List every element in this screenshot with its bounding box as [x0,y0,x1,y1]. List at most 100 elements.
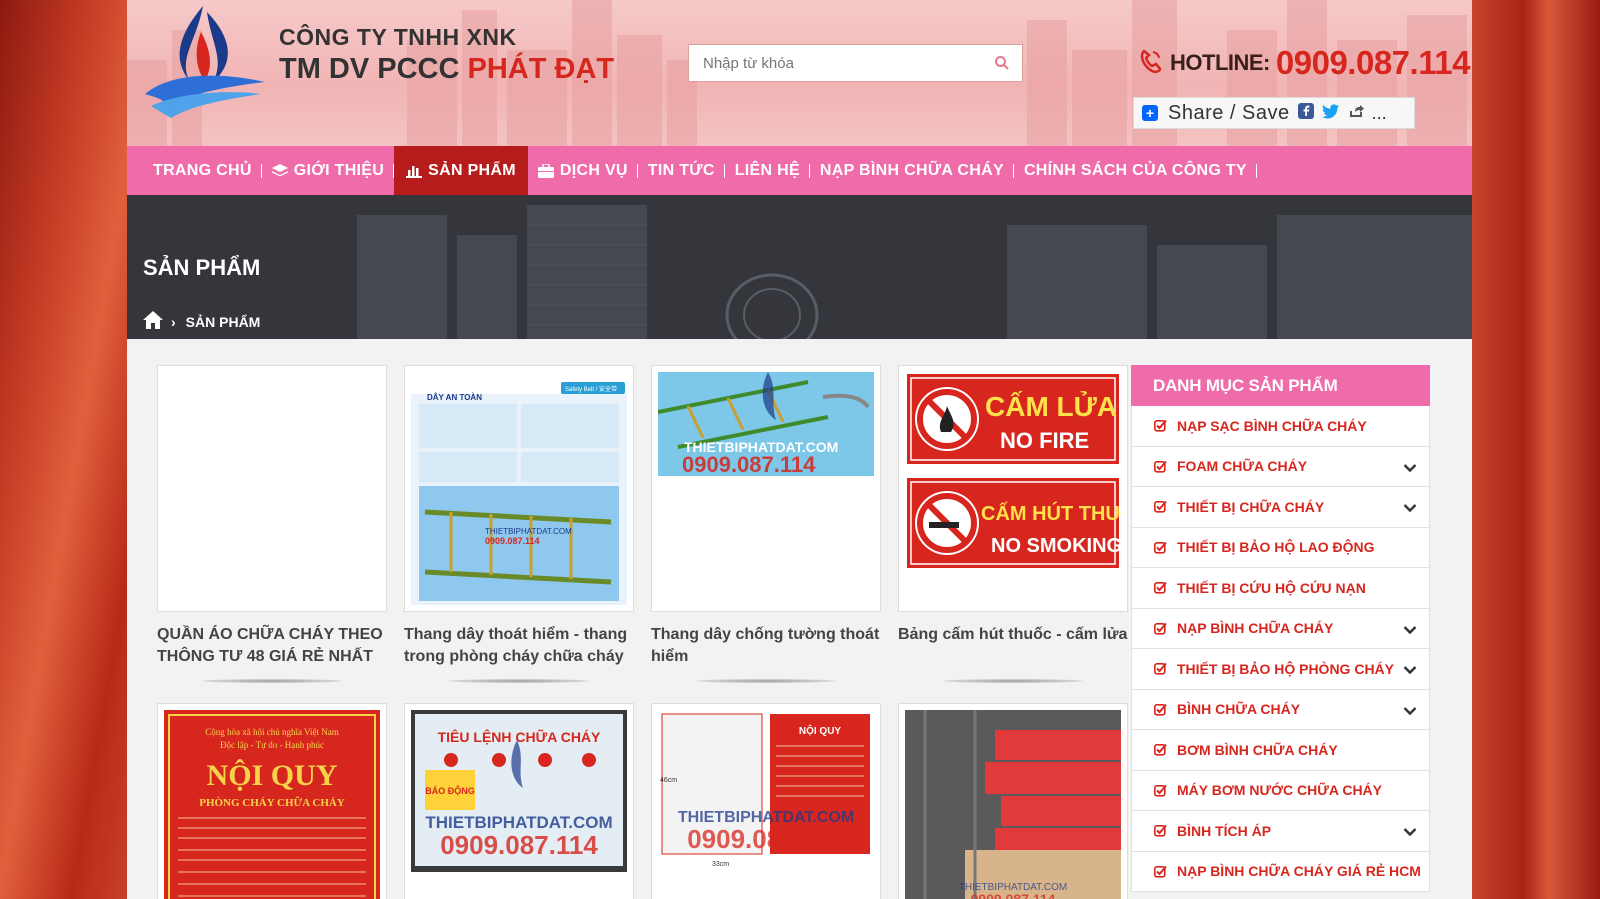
sidebar-category-item[interactable]: NẠP BÌNH CHỮA CHÁY [1131,608,1430,649]
chevron-down-icon[interactable] [1403,622,1417,638]
product-image[interactable]: DÂY AN TOÀN Safety Belt / 安全带 THIETBIPHA… [411,372,627,605]
briefcase-icon [537,163,554,178]
product-image[interactable]: THIETBIPHATDAT.COM 0909.087.114 [658,372,874,476]
nav-item-contact[interactable]: LIÊN HỆ [725,146,810,195]
sign-fire-en: NO FIRE [1000,428,1089,453]
product-image[interactable]: THIETBIPHATDAT.COM 0909.087.114 [905,710,1121,899]
nav-item-label: SẢN PHẨM [428,161,516,179]
dimension-33: 33cm [712,861,729,868]
nav-item-label: LIÊN HỆ [734,161,800,179]
product-card[interactable]: CẤM LỬA NO FIRE CẤM HÚT THUỐC NO SMOKING [898,365,1128,612]
nav-item-label: GIỚI THIỆU [293,161,385,179]
product-image[interactable]: TIÊU LỆNH CHỮA CHÁY BÁO ĐỘNG THIETBIPHAT… [411,710,627,872]
sidebar-category-item[interactable]: BÌNH TÍCH ÁP [1131,811,1430,852]
sidebar-category-label: THIẾT BỊ CỨU HỘ CỨU NẠN [1177,579,1366,596]
share-arrow-icon[interactable] [1348,103,1364,124]
home-icon[interactable] [143,311,163,332]
layers-icon [271,163,288,178]
checkbox-check-icon [1154,419,1167,432]
product-card[interactable] [157,365,387,612]
sidebar-category-item[interactable]: NẠP BÌNH CHỮA CHÁY GIÁ RẺ HCM [1131,851,1430,892]
nav-item-news[interactable]: TIN TỨC [638,146,725,195]
nav-item-label: DỊCH VỤ [559,161,628,179]
watermark-phone: 0909.087.114 [971,891,1056,899]
share-more[interactable]: ... [1372,103,1387,124]
chevron-down-icon[interactable] [1403,460,1417,476]
product-name[interactable]: Thang dây thoát hiểm - thang trong phòng… [404,624,640,668]
checkbox-check-icon [1154,460,1167,473]
search-box [688,44,1023,82]
sidebar-category-item[interactable]: BƠM BÌNH CHỮA CHÁY [1131,730,1430,771]
sidebar-category-list: NẠP SẠC BÌNH CHỮA CHÁY FOAM CHỮA CHÁY THIẾ… [1131,406,1430,892]
chevron-down-icon[interactable] [1403,500,1417,516]
rules2-title: NỘI QUY [799,724,842,737]
product-image[interactable]: Cộng hòa xã hội chủ nghĩa Việt Nam Độc l… [164,710,380,899]
watermark-phone: 0909.087.114 [682,452,816,476]
search-input[interactable] [689,45,982,81]
watermark-phone: 0909.087.114 [440,830,598,860]
hotline-label: HOTLINE: [1170,50,1270,75]
hotline-number[interactable]: 0909.087.114 [1276,44,1471,82]
rules-subtitle: PHÒNG CHÁY CHỮA CHÁY [199,796,345,809]
twitter-icon[interactable] [1321,103,1340,124]
nav-item-services[interactable]: DỊCH VỤ [528,146,638,195]
sidebar-category-label: NẠP BÌNH CHỮA CHÁY GIÁ RẺ HCM [1177,863,1421,880]
product-card[interactable]: THIETBIPHATDAT.COM 0909.087.114 [898,703,1128,899]
company-logo[interactable] [141,2,269,120]
card-shadow [449,679,589,683]
product-card[interactable]: THIETBIPHATDAT.COM 0909.087.114 [651,365,881,612]
company-brand-name: PHÁT ĐẠT [467,53,615,85]
sidebar-category-item[interactable]: THIẾT BỊ BẢO HỘ PHÒNG CHÁY [1131,649,1430,690]
product-card[interactable]: DÂY AN TOÀN Safety Belt / 安全带 THIETBIPHA… [404,365,634,612]
chevron-down-icon[interactable] [1403,703,1417,719]
checkbox-check-icon [1154,581,1167,594]
product-card[interactable]: NỘI QUY 46cm 33cm THIETBIPHATDAT.COM 090… [651,703,881,899]
rules-header2: Độc lập - Tự do - Hạnh phúc [220,740,324,750]
nav-item-about[interactable]: GIỚI THIỆU [262,146,395,195]
safety-belt-badge: Safety Belt / 安全带 [565,385,617,393]
search-icon[interactable] [982,45,1022,81]
sidebar-category-item[interactable]: FOAM CHỮA CHÁY [1131,446,1430,487]
nav-item-policy[interactable]: CHÍNH SÁCH CỦA CÔNG TY [1014,146,1257,195]
hotline[interactable]: HOTLINE: 0909.087.114 [1138,44,1470,82]
sidebar-category-label: BƠM BÌNH CHỮA CHÁY [1177,741,1338,758]
product-image[interactable]: NỘI QUY 46cm 33cm THIETBIPHATDAT.COM 090… [658,710,874,870]
product-name[interactable]: Thang dây chống tường thoát hiểm [651,624,887,668]
chevron-right-icon: › [171,313,176,330]
rules-title: NỘI QUY [207,759,338,792]
nav-item-products[interactable]: SẢN PHẨM [394,146,528,195]
sidebar-category-item[interactable]: THIẾT BỊ CHỮA CHÁY [1131,487,1430,528]
sidebar-category-label: BÌNH TÍCH ÁP [1177,822,1272,839]
sidebar-category-item[interactable]: BÌNH CHỮA CHÁY [1131,689,1430,730]
chevron-down-icon[interactable] [1403,824,1417,840]
nav-item-home[interactable]: TRANG CHỦ [143,146,262,195]
share-save-bar[interactable]: + Share / Save ... [1133,97,1415,129]
sidebar-category-label: THIẾT BỊ BẢO HỘ PHÒNG CHÁY [1177,660,1395,677]
sidebar-category-label: THIẾT BỊ BẢO HỘ LAO ĐỘNG [1177,539,1375,556]
safety-belt-title: DÂY AN TOÀN [427,393,482,402]
product-image[interactable]: CẤM LỬA NO FIRE CẤM HÚT THUỐC NO SMOKING [905,372,1121,572]
sign-smoke-vi: CẤM HÚT THUỐC [981,501,1121,525]
product-name[interactable]: Bảng cấm hút thuốc - cấm lửa [898,624,1134,646]
product-card[interactable]: TIÊU LỆNH CHỮA CHÁY BÁO ĐỘNG THIETBIPHAT… [404,703,634,899]
sidebar-category-item[interactable]: THIẾT BỊ CỨU HỘ CỨU NẠN [1131,568,1430,609]
site-header: CÔNG TY TNHH XNK TM DV PCCC PHÁT ĐẠT HOT… [127,0,1472,146]
alarm-text: BÁO ĐỘNG [425,785,475,796]
addtoany-plus-icon[interactable]: + [1142,105,1158,121]
company-name-line1: CÔNG TY TNHH XNK [279,24,517,50]
nav-item-refill[interactable]: NẠP BÌNH CHỮA CHÁY [810,146,1014,195]
share-save-label[interactable]: Share / Save [1168,102,1290,125]
sidebar-category-label: NẠP SẠC BÌNH CHỮA CHÁY [1177,417,1367,434]
sidebar-category-item[interactable]: THIẾT BỊ BẢO HỘ LAO ĐỘNG [1131,527,1430,568]
page-container: CÔNG TY TNHH XNK TM DV PCCC PHÁT ĐẠT HOT… [127,0,1472,899]
chevron-down-icon[interactable] [1403,662,1417,678]
sidebar-category-item[interactable]: MÁY BƠM NƯỚC CHỮA CHÁY [1131,770,1430,811]
product-image[interactable] [164,372,380,605]
product-card[interactable]: Cộng hòa xã hội chủ nghĩa Việt Nam Độc l… [157,703,387,899]
sidebar-category-item[interactable]: NẠP SẠC BÌNH CHỮA CHÁY [1131,406,1430,447]
company-name: CÔNG TY TNHH XNK TM DV PCCC PHÁT ĐẠT [279,24,614,86]
product-name[interactable]: QUẦN ÁO CHỮA CHÁY THEO THÔNG TƯ 48 GIÁ R… [157,624,393,668]
facebook-icon[interactable] [1297,102,1314,124]
nav-item-label: TRANG CHỦ [153,161,252,179]
company-name-prefix: TM DV PCCC [279,53,460,85]
